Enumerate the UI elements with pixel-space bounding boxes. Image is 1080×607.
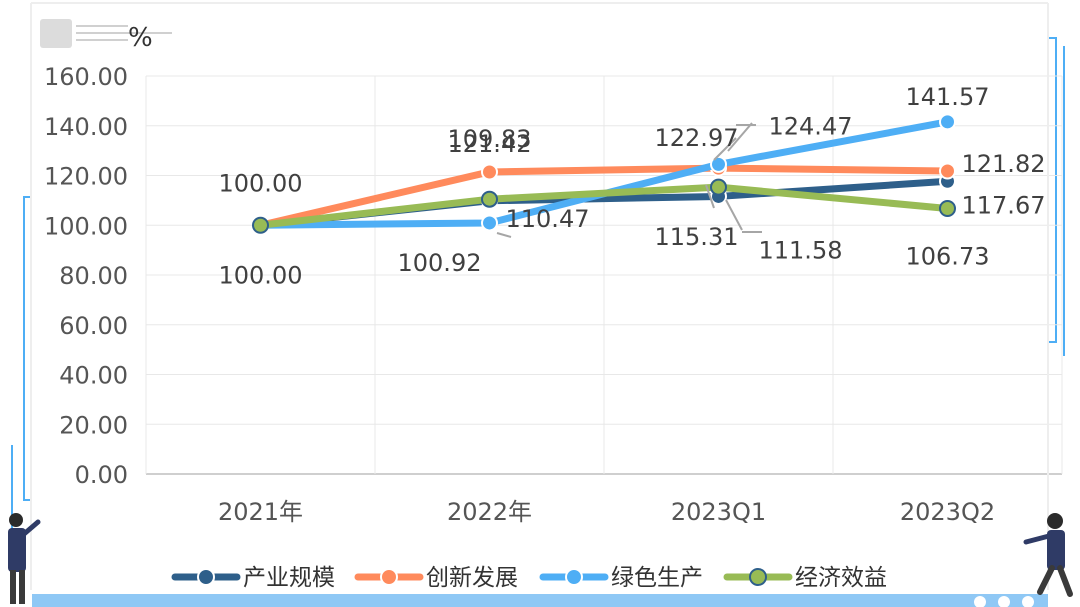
- data-point: [939, 162, 956, 180]
- data-point: [481, 214, 498, 232]
- data-point: [252, 216, 269, 234]
- y-tick-label: 140.00: [44, 113, 128, 141]
- data-point: [481, 190, 498, 208]
- legend-item: 产业规模: [171, 565, 335, 591]
- legend-swatch-marker: [565, 568, 583, 586]
- legend-label: 产业规模: [243, 565, 335, 591]
- y-tick-label: 120.00: [44, 163, 128, 191]
- data-point: [710, 178, 727, 196]
- data-label: 141.57: [906, 83, 990, 111]
- legend-swatch-marker: [749, 568, 767, 586]
- y-tick-label: 100.00: [44, 212, 128, 240]
- data-label: 100.00: [219, 169, 303, 197]
- legend-label: 经济效益: [795, 565, 887, 591]
- chart: % 0.00 20.00 40.00 60.00 80.00 100.00 120.00 14…: [8, 2, 1073, 607]
- x-tick-label: 2021年: [218, 498, 303, 526]
- right-bracket-decoration: [1048, 37, 1057, 343]
- data-point: [939, 200, 956, 218]
- x-tick-label: 2023Q2: [900, 498, 995, 526]
- data-label: 115.31: [655, 223, 739, 251]
- legend-label: 绿色生产: [611, 565, 703, 591]
- data-point: [481, 163, 498, 181]
- legend-item: 经济效益: [723, 565, 887, 591]
- data-label: 106.73: [906, 243, 990, 271]
- data-label: 100.00: [219, 261, 303, 289]
- data-label: 111.58: [759, 236, 843, 264]
- legend-label: 创新发展: [426, 565, 518, 591]
- left-bracket-decoration: [23, 196, 31, 501]
- y-tick-label: 80.00: [59, 262, 128, 290]
- data-label: 117.67: [962, 191, 1046, 219]
- data-point: [710, 155, 727, 173]
- x-tick-label: 2022年: [447, 498, 532, 526]
- unit-label: %: [128, 23, 153, 53]
- legend-item: 绿色生产: [539, 565, 703, 591]
- legend: 产业规模 创新发展 绿色生产 经济效益: [171, 565, 887, 591]
- legend-swatch-marker: [197, 568, 215, 586]
- leader-line: [496, 232, 512, 238]
- data-point: [939, 113, 956, 131]
- data-label: 100.92: [398, 249, 482, 277]
- legend-swatch-marker: [380, 568, 398, 586]
- data-label: 109.83: [448, 125, 532, 153]
- data-label: 124.47: [769, 112, 853, 140]
- carousel-dots: [974, 596, 1034, 607]
- data-label: 110.47: [506, 205, 590, 233]
- data-label: 122.97: [655, 124, 739, 152]
- y-tick-label: 20.00: [59, 411, 128, 439]
- y-tick-label: 60.00: [59, 312, 128, 340]
- data-label: 121.82: [962, 150, 1046, 178]
- x-tick-label: 2023Q1: [671, 498, 766, 526]
- y-tick-label: 0.00: [75, 461, 128, 489]
- bottom-bar-decoration: [32, 594, 1048, 607]
- y-tick-label: 40.00: [59, 362, 128, 390]
- y-tick-label: 160.00: [44, 63, 128, 91]
- legend-item: 创新发展: [354, 565, 518, 591]
